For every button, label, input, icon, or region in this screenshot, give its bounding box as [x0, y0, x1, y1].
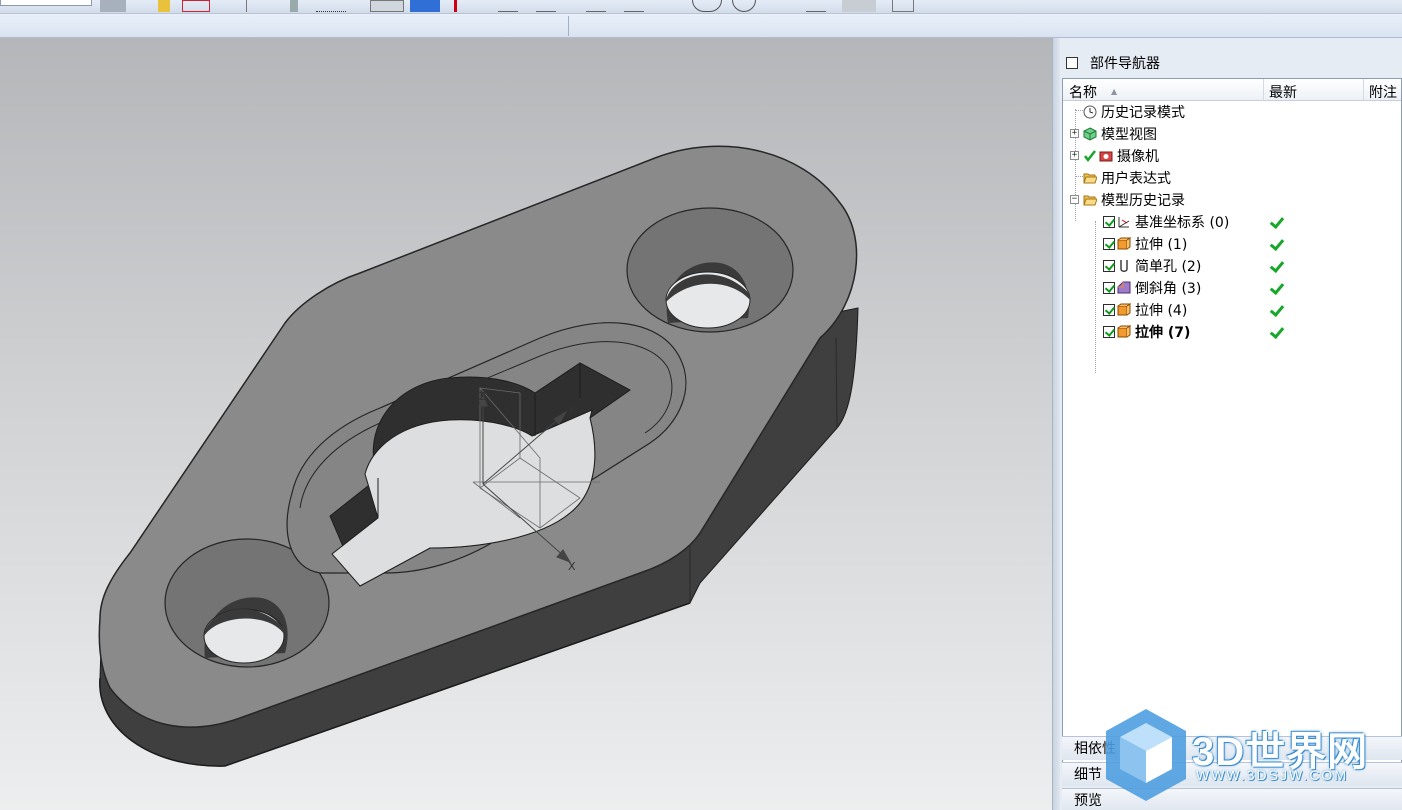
- toolbar-separator: [568, 16, 569, 36]
- feature-visibility-checkbox[interactable]: [1103, 304, 1115, 316]
- tree-guide-line: [1075, 109, 1076, 221]
- datum-csys-icon: [1117, 215, 1131, 229]
- latest-check-icon: [1269, 325, 1283, 339]
- extrude-icon: [1117, 325, 1132, 339]
- tree-node[interactable]: 拉伸 (1): [1103, 233, 1187, 255]
- chamfer-icon: [1117, 281, 1131, 295]
- tree-node-label: 拉伸 (7): [1135, 325, 1191, 341]
- tree-guide-line: [1095, 221, 1096, 373]
- feature-visibility-checkbox[interactable]: [1103, 282, 1115, 294]
- toolbar-button-filter[interactable]: [290, 0, 298, 12]
- tree-node[interactable]: − 模型历史记录: [1070, 189, 1185, 211]
- folder-open-icon: [1083, 171, 1098, 185]
- tree-node[interactable]: 倒斜角 (3): [1103, 277, 1201, 299]
- secondary-toolbar-strip: [0, 14, 1402, 38]
- toolbar-button-sketch[interactable]: [454, 0, 484, 12]
- toolbar-button-view[interactable]: [842, 0, 876, 12]
- visible-check-icon: [1083, 149, 1097, 163]
- tree-node-label: 拉伸 (4): [1135, 303, 1188, 319]
- part-model[interactable]: Z Y X: [0, 38, 1052, 810]
- toolbar-button-part[interactable]: [100, 0, 126, 12]
- extrude-icon: [1117, 303, 1132, 317]
- toolbar-button-dimension[interactable]: [806, 0, 826, 12]
- part-navigator-panel: 部件导航器 名称 ▲ 最新 附注 历史记录模式 + 模型视图 + 摄像机用户表达式 − 模型历…: [1060, 38, 1402, 810]
- feature-visibility-checkbox[interactable]: [1103, 326, 1115, 338]
- model-views-icon: [1083, 127, 1097, 141]
- part-navigator-title: 部件导航器: [1090, 56, 1160, 72]
- toolbar-input-field[interactable]: [0, 0, 92, 6]
- expand-icon[interactable]: +: [1070, 151, 1079, 160]
- latest-check-icon: [1269, 281, 1283, 295]
- toolbar-button-selection-box[interactable]: [316, 0, 346, 12]
- tree-node-label: 拉伸 (1): [1135, 237, 1188, 253]
- toolbar-button-arc[interactable]: [536, 0, 556, 12]
- tree-node[interactable]: 用户表达式: [1081, 167, 1171, 189]
- tree-node-label: 倒斜角 (3): [1135, 281, 1202, 297]
- tree-node-label: 模型视图: [1101, 127, 1157, 143]
- resource-bar-splitter[interactable]: [1052, 38, 1060, 810]
- toolbar-button-snap[interactable]: [158, 0, 170, 12]
- main-toolbar: [0, 0, 1402, 14]
- tree-node-label: 历史记录模式: [1101, 105, 1185, 121]
- extrude-icon: [1117, 237, 1132, 251]
- camera-icon: [1099, 149, 1113, 163]
- tree-node-label: 基准坐标系 (0): [1135, 215, 1230, 231]
- folder-open-icon: [1083, 193, 1098, 207]
- clock-icon: [1083, 105, 1097, 119]
- tree-node[interactable]: 历史记录模式: [1081, 101, 1185, 123]
- feature-visibility-checkbox[interactable]: [1103, 260, 1115, 272]
- axis-label-y: Y: [567, 404, 575, 417]
- column-latest[interactable]: 最新: [1269, 82, 1297, 102]
- sort-ascending-icon: ▲: [1111, 87, 1118, 96]
- tree-node-label: 模型历史记录: [1101, 193, 1185, 209]
- feature-visibility-checkbox[interactable]: [1103, 238, 1115, 250]
- tree-node-label: 简单孔 (2): [1135, 259, 1202, 275]
- column-note[interactable]: 附注: [1369, 82, 1397, 102]
- part-navigator-header: 部件导航器: [1060, 52, 1402, 74]
- collapse-icon[interactable]: −: [1070, 195, 1079, 204]
- feature-visibility-checkbox[interactable]: [1103, 216, 1115, 228]
- tree-node[interactable]: 拉伸 (7): [1103, 321, 1190, 343]
- tree-node-label: 摄像机: [1117, 149, 1159, 165]
- toolbar-button-circle[interactable]: [692, 0, 722, 12]
- watermark: 3D世界网 WWW.3DSJW.COM: [1100, 705, 1402, 810]
- tree-node[interactable]: + 模型视图: [1070, 123, 1157, 145]
- toolbar-button-line[interactable]: [498, 0, 518, 12]
- navigator-tree[interactable]: 名称 ▲ 最新 附注 历史记录模式 + 模型视图 + 摄像机用户表达式 − 模型历史记录基准坐…: [1062, 78, 1402, 770]
- watermark-url: WWW.3DSJW.COM: [1196, 767, 1348, 783]
- tree-node[interactable]: 简单孔 (2): [1103, 255, 1201, 277]
- toolbar-button-spline[interactable]: [624, 0, 644, 12]
- toolbar-button-ellipse[interactable]: [732, 0, 756, 12]
- toolbar-button-block[interactable]: [370, 0, 404, 12]
- column-header-row: 名称 ▲ 最新 附注: [1063, 79, 1401, 101]
- toolbar-button-point[interactable]: [246, 0, 254, 12]
- latest-check-icon: [1269, 237, 1283, 251]
- toolbar-button-grid[interactable]: [892, 0, 914, 12]
- column-name[interactable]: 名称 ▲: [1069, 82, 1117, 102]
- simple-hole-icon: [1117, 259, 1131, 273]
- column-divider: [1363, 79, 1364, 101]
- tree-node[interactable]: 拉伸 (4): [1103, 299, 1187, 321]
- tree-node-label: 用户表达式: [1101, 171, 1171, 187]
- watermark-cube-logo: [1106, 709, 1186, 801]
- column-divider: [1263, 79, 1264, 101]
- axis-label-x: X: [568, 560, 576, 573]
- tree-node[interactable]: 基准坐标系 (0): [1103, 211, 1229, 233]
- pin-checkbox-icon[interactable]: [1066, 57, 1078, 69]
- latest-check-icon: [1269, 215, 1283, 229]
- toolbar-button-select[interactable]: [182, 0, 210, 12]
- latest-check-icon: [1269, 303, 1283, 317]
- toolbar-button-curve[interactable]: [586, 0, 606, 12]
- expand-icon[interactable]: +: [1070, 129, 1079, 138]
- tree-node[interactable]: + 摄像机: [1070, 145, 1159, 167]
- toolbar-button-solid[interactable]: [410, 0, 440, 12]
- graphics-viewport[interactable]: Z Y X: [0, 38, 1052, 810]
- latest-check-icon: [1269, 259, 1283, 273]
- axis-label-z: Z: [479, 390, 487, 403]
